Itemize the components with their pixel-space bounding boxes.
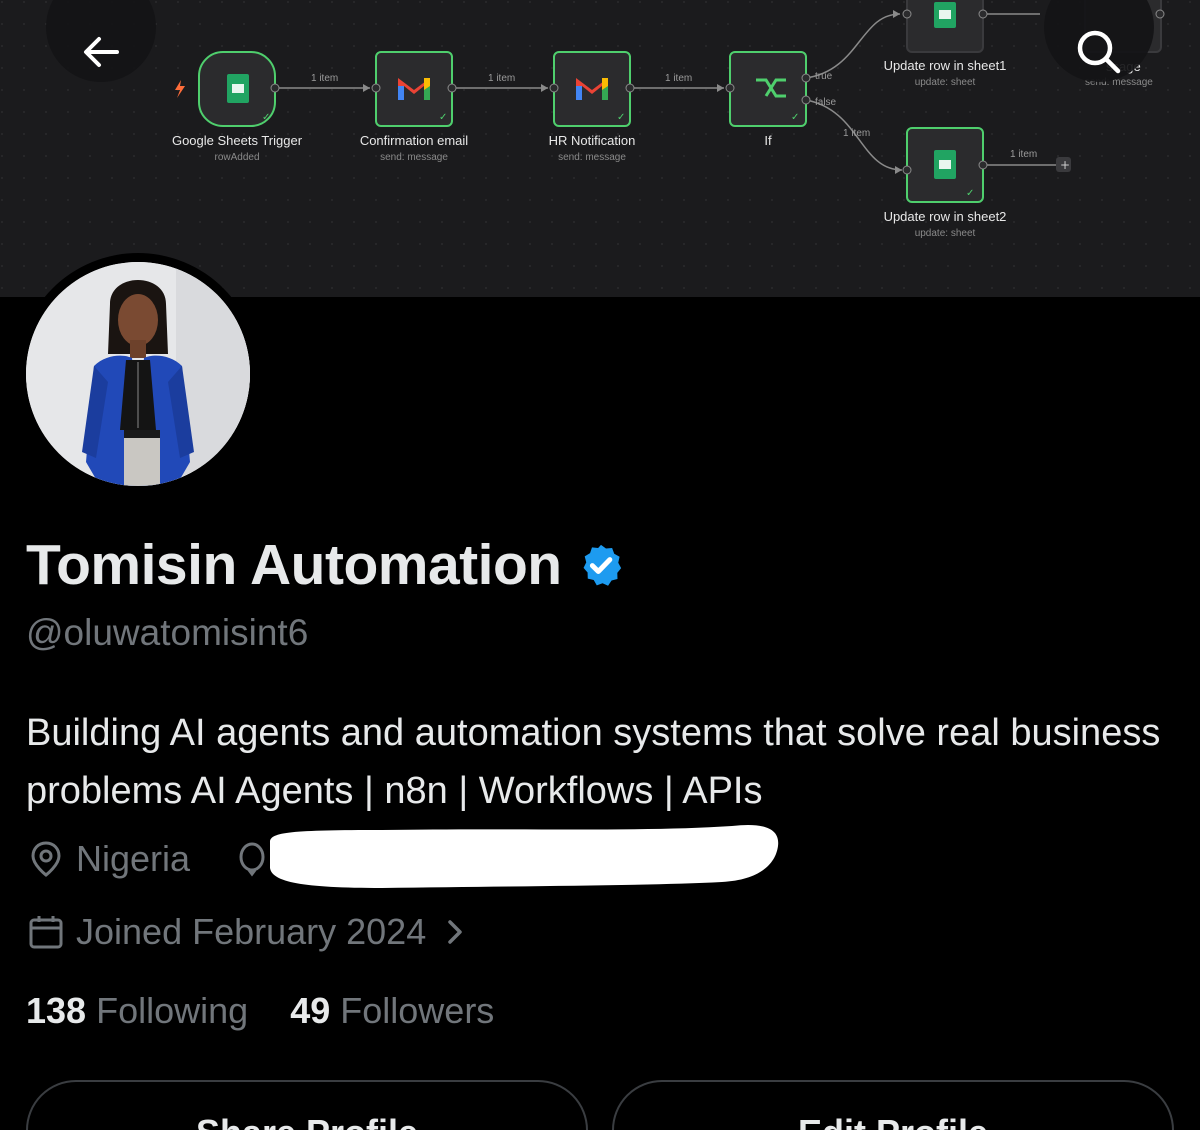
svg-text:✓: ✓ — [262, 112, 270, 123]
display-name: Tomisin Automation — [26, 533, 562, 597]
edit-profile-button[interactable]: Edit Profile — [612, 1080, 1174, 1130]
node-sublabel: rowAdded — [214, 152, 260, 163]
joined-row[interactable]: Joined February 2024 — [26, 911, 470, 953]
share-profile-button[interactable]: Share Profile — [26, 1080, 588, 1130]
avatar-photo — [26, 262, 250, 486]
chevron-right-icon — [448, 920, 462, 944]
follow-counts: 138 Following 49 Followers — [26, 990, 494, 1032]
node-sublabel: send: message — [380, 152, 448, 163]
node-sublabel: update: sheet — [914, 228, 976, 239]
followers-link[interactable]: 49 Followers — [290, 990, 494, 1031]
share-profile-label: Share Profile — [196, 1112, 418, 1130]
connection-label: 1 item — [488, 73, 516, 84]
connection-label: 1 item — [311, 73, 339, 84]
edit-profile-label: Edit Profile — [798, 1112, 988, 1130]
location-row: Nigeria — [26, 838, 190, 880]
svg-text:✓: ✓ — [791, 112, 799, 123]
svg-text:+: + — [1060, 158, 1070, 172]
node-label: Google Sheets Trigger — [171, 133, 303, 148]
node-hr-notification: ✓ — [549, 51, 635, 127]
node-sublabel: update: sheet — [914, 77, 976, 88]
svg-text:✓: ✓ — [439, 112, 447, 123]
followers-label: Followers — [340, 990, 495, 1031]
node-label: Update row in sheet2 — [883, 209, 1007, 224]
following-link[interactable]: 138 Following — [26, 990, 248, 1031]
node-update-row-sheet1 — [902, 0, 988, 53]
calendar-icon — [29, 916, 63, 949]
location-text: Nigeria — [76, 838, 191, 879]
profile-handle: @oluwatomisint6 — [26, 612, 309, 653]
search-icon — [1077, 30, 1121, 74]
arrow-left-icon — [84, 37, 119, 67]
profile-name-row: Tomisin Automation — [26, 533, 624, 597]
branch-false-label: false — [815, 97, 837, 108]
branch-true-label: true — [815, 71, 833, 82]
node-label: Update row in sheet1 — [883, 58, 1007, 73]
node-if: ✓ — [725, 51, 811, 127]
connection-label: 1 item — [665, 73, 693, 84]
svg-text:✓: ✓ — [617, 112, 625, 123]
avatar[interactable] — [26, 262, 250, 486]
redaction-scribble — [270, 824, 779, 888]
joined-text: Joined February 2024 — [76, 911, 427, 952]
profile-bio: Building AI agents and automation system… — [26, 712, 1161, 812]
node-update-row-sheet2: ✓ — [902, 127, 988, 203]
node-label: If — [764, 133, 772, 148]
node-sublabel: send: message — [558, 152, 626, 163]
location-pin-icon — [31, 841, 61, 877]
followers-count: 49 — [290, 990, 331, 1031]
svg-text:✓: ✓ — [966, 188, 974, 199]
connection-label: 1 item — [843, 128, 871, 139]
node-confirmation-email: ✓ — [371, 51, 457, 127]
connection-label: 1 item — [1010, 149, 1038, 160]
node-label: Confirmation email — [359, 133, 469, 148]
profile-banner[interactable]: ✓ ✓ ✓ ✓ ✓ + Google Sheets Trigger rowAdd… — [0, 0, 1200, 297]
node-label: HR Notification — [548, 133, 636, 148]
add-node-plus-icon: + — [1056, 157, 1071, 172]
verified-badge-icon[interactable] — [578, 542, 624, 588]
node-google-sheets-trigger: ✓ — [198, 51, 280, 127]
following-label: Following — [96, 990, 249, 1031]
following-count: 138 — [26, 990, 87, 1031]
